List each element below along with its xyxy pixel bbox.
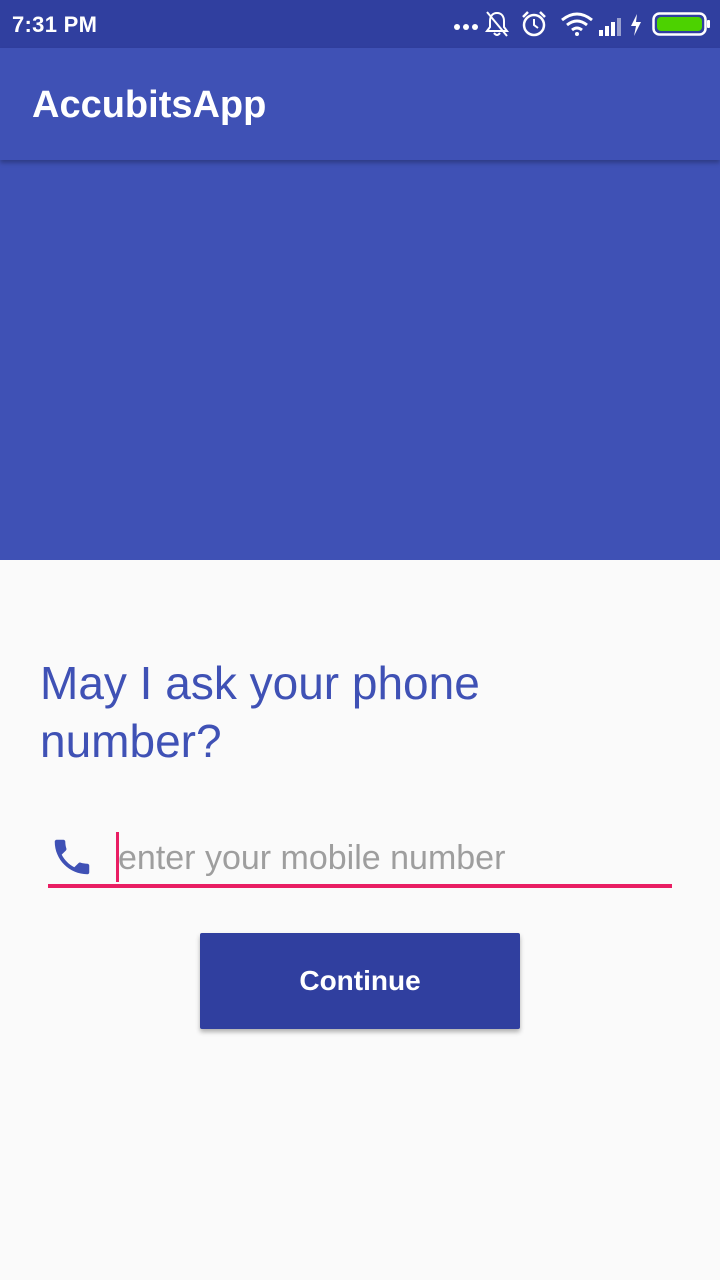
continue-button[interactable]: Continue bbox=[200, 933, 520, 1029]
input-underline bbox=[48, 884, 672, 888]
charging-icon bbox=[631, 14, 641, 36]
battery-icon bbox=[652, 12, 710, 36]
notifications-off-icon bbox=[485, 11, 509, 37]
more-dots-icon bbox=[454, 24, 478, 30]
phone-icon bbox=[54, 839, 90, 875]
hero-banner bbox=[0, 160, 720, 560]
app-bar: AccubitsApp bbox=[0, 48, 720, 160]
wifi-icon bbox=[561, 12, 593, 36]
app-title: AccubitsApp bbox=[32, 84, 267, 126]
status-bar: 7:31 PM bbox=[0, 0, 720, 48]
phone-number-input[interactable] bbox=[118, 834, 668, 882]
signal-icon bbox=[599, 18, 621, 36]
alarm-icon bbox=[522, 11, 546, 37]
status-time: 7:31 PM bbox=[12, 12, 98, 37]
phone-question-heading: May I ask your phone number? bbox=[40, 657, 480, 767]
